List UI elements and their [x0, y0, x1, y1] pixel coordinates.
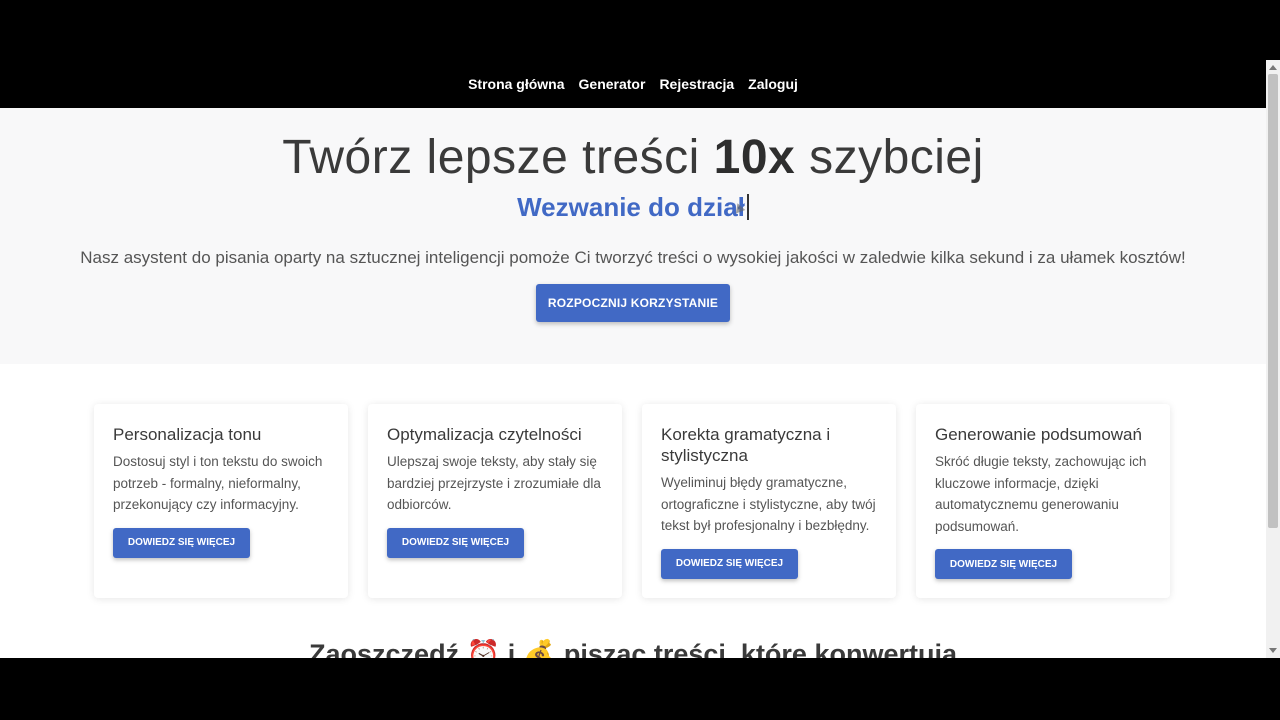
- feature-cards: Personalizacja tonu Dostosuj styl i ton …: [94, 404, 1174, 598]
- alarm-clock-icon: ⏰: [466, 639, 501, 658]
- hero-title-end: szybciej: [795, 131, 984, 184]
- scrollbar-thumb[interactable]: [1268, 74, 1278, 528]
- scroll-up-icon[interactable]: [1269, 65, 1277, 70]
- hero-title: Twórz lepsze treści 10x szybciej: [0, 130, 1266, 185]
- card-text: Ulepszaj swoje teksty, aby stały się bar…: [387, 454, 601, 512]
- feature-card-readability: Optymalizacja czytelności Ulepszaj swoje…: [368, 404, 622, 598]
- scroll-down-icon[interactable]: [1269, 648, 1277, 653]
- money-bag-icon: 💰: [522, 639, 557, 658]
- learn-more-button[interactable]: DOWIEDZ SIĘ WIĘCEJ: [113, 527, 250, 558]
- nav-link-generator[interactable]: Generator: [579, 76, 646, 92]
- learn-more-button[interactable]: DOWIEDZ SIĘ WIĘCEJ: [935, 549, 1072, 579]
- feature-card-grammar: Korekta gramatyczna i stylistyczna Wyeli…: [642, 404, 896, 598]
- card-title: Optymalizacja czytelności: [387, 425, 582, 444]
- vertical-scrollbar[interactable]: [1266, 60, 1280, 658]
- nav-link-home[interactable]: Strona główna: [468, 76, 564, 92]
- card-title: Korekta gramatyczna i stylistyczna: [661, 425, 831, 465]
- nav-link-register[interactable]: Rejestracja: [659, 76, 734, 92]
- nav-link-login[interactable]: Zaloguj: [748, 76, 798, 92]
- feature-card-tone: Personalizacja tonu Dostosuj styl i ton …: [94, 404, 348, 598]
- feature-card-summary: Generowanie podsumowań Skróć długie teks…: [916, 404, 1170, 598]
- section-title-start: Zaoszczędź: [309, 639, 467, 658]
- card-text: Wyeliminuj błędy gramatyczne, ortografic…: [661, 475, 876, 533]
- browser-viewport: Strona główna Generator Rejestracja Zalo…: [0, 60, 1266, 658]
- card-text: Skróć długie teksty, zachowując ich kluc…: [935, 454, 1147, 534]
- hero-title-highlight: 10x: [713, 131, 796, 184]
- typed-headline: Wezwanie do dział: [0, 192, 1266, 223]
- hero-title-start: Twórz lepsze treści: [282, 131, 714, 184]
- hero-description: Nasz asystent do pisania oparty na sztuc…: [80, 248, 1186, 267]
- card-title: Generowanie podsumowań: [935, 425, 1142, 444]
- card-text: Dostosuj styl i ton tekstu do swoich pot…: [113, 454, 323, 512]
- start-using-button[interactable]: ROZPOCZNIJ KORZYSTANIE: [536, 284, 730, 322]
- top-navbar: Strona główna Generator Rejestracja Zalo…: [0, 60, 1266, 108]
- savings-section-title: Zaoszczędź ⏰ i 💰 pisząc treści, które ko…: [0, 638, 1266, 658]
- section-title-middle: i: [500, 639, 523, 658]
- card-title: Personalizacja tonu: [113, 425, 262, 444]
- learn-more-button[interactable]: DOWIEDZ SIĘ WIĘCEJ: [661, 548, 798, 579]
- section-title-highlight: konwertują: [814, 639, 957, 658]
- typed-text: Wezwanie do dział: [517, 192, 745, 222]
- typing-caret: [746, 194, 749, 220]
- hero-section: Twórz lepsze treści 10x szybciej Wezwani…: [0, 108, 1266, 364]
- learn-more-button[interactable]: DOWIEDZ SIĘ WIĘCEJ: [387, 527, 524, 558]
- section-title-rest: pisząc treści, które: [556, 639, 815, 658]
